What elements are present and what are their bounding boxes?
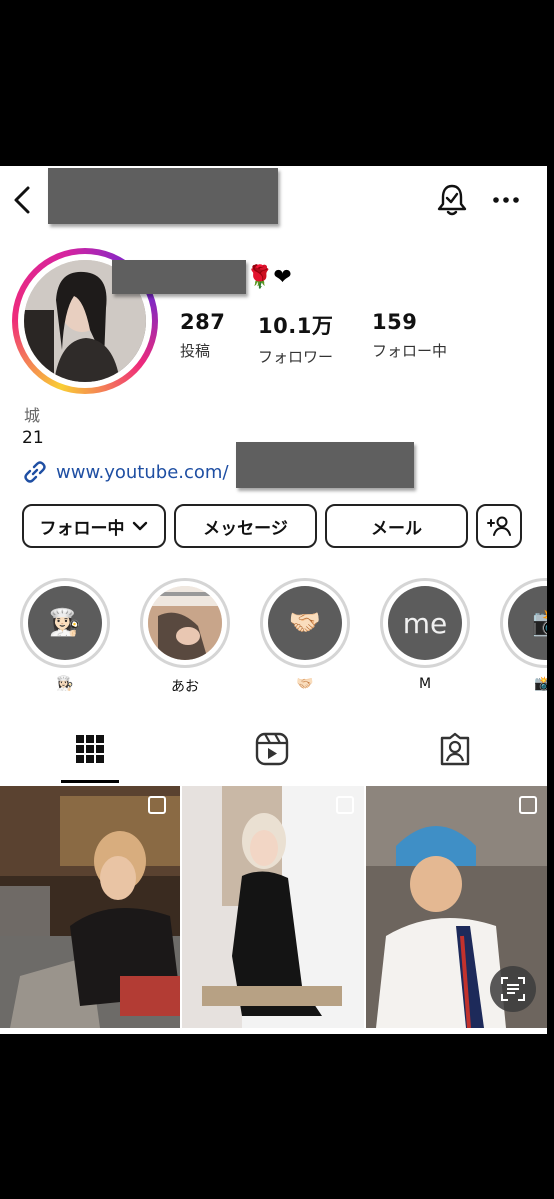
highlight-label: 📸 <box>534 676 547 692</box>
post-thumbnail[interactable] <box>182 786 364 1028</box>
bio-line: 21 <box>22 428 44 448</box>
stat-label: フォロー中 <box>372 342 448 360</box>
link-text: www.youtube.com/ <box>56 461 229 483</box>
tab-tagged[interactable] <box>395 730 515 784</box>
multi-post-icon <box>148 796 166 814</box>
stat-label: フォロワー <box>258 348 334 366</box>
mail-button-label: メール <box>371 518 422 539</box>
highlight-cover: 👩🏻‍🍳 <box>28 586 102 660</box>
stat-value: 10.1万 <box>258 314 334 338</box>
tab-reels[interactable] <box>212 730 332 784</box>
back-arrow-icon[interactable] <box>10 184 34 216</box>
multi-post-icon <box>519 796 537 814</box>
me-text: me <box>402 606 448 640</box>
posts-grid-icon <box>76 735 104 763</box>
followers-count[interactable]: 10.1万 フォロワー <box>258 310 333 367</box>
posts-count[interactable]: 287 投稿 <box>180 310 225 361</box>
highlight-cover: 🤝🏻 <box>268 586 342 660</box>
name-emoji: 🌹❤ <box>246 265 292 290</box>
highlight-label: M <box>418 676 432 692</box>
message-button-label: メッセージ <box>203 518 288 539</box>
highlight-item[interactable]: 📸 📸 <box>498 578 547 694</box>
link-redaction <box>236 442 414 488</box>
post-photo <box>0 786 180 1028</box>
display-name-redaction <box>112 260 246 294</box>
following-dropdown-button[interactable]: フォロー中 <box>22 504 166 548</box>
highlight-label: あお <box>171 679 199 695</box>
highlight-label: 🤝🏻 <box>296 676 314 692</box>
highlight-cover <box>148 586 222 660</box>
reels-icon <box>255 732 289 766</box>
message-button[interactable]: メッセージ <box>174 504 317 548</box>
stat-label: 投稿 <box>180 342 211 360</box>
post-thumbnail[interactable] <box>0 786 180 1028</box>
link-icon <box>24 461 46 483</box>
following-button-label: フォロー中 <box>39 518 125 539</box>
notification-bell-icon[interactable] <box>434 182 470 218</box>
bio-line: 城 <box>24 406 41 425</box>
stat-value: 159 <box>372 310 418 334</box>
chevron-down-icon <box>132 521 147 531</box>
multi-post-icon <box>336 796 354 814</box>
profile-link[interactable]: www.youtube.com/ <box>22 458 229 486</box>
suggest-people-button[interactable] <box>476 504 522 548</box>
visual-lookup-button[interactable] <box>490 966 536 1012</box>
highlight-cover: 📸 <box>508 586 547 660</box>
post-photo <box>182 786 364 1028</box>
more-options-icon[interactable] <box>490 188 526 212</box>
highlight-item[interactable]: 👩🏻‍🍳 👩🏻‍🍳 <box>18 578 112 694</box>
highlight-cover: me <box>388 586 462 660</box>
username-redaction <box>48 168 278 224</box>
following-count[interactable]: 159 フォロー中 <box>372 310 447 361</box>
text-scan-icon <box>501 977 525 1001</box>
add-person-icon <box>487 516 511 536</box>
highlight-label: 👩🏻‍🍳 <box>56 676 74 692</box>
profile-screen: 🌹❤ 287 投稿 10.1万 フォロワー 159 フォロー中 城 21 www… <box>0 166 547 1034</box>
handshake-emoji-icon: 🤝🏻 <box>288 608 322 638</box>
highlight-photo <box>148 586 222 660</box>
highlight-item[interactable]: あお <box>138 578 232 695</box>
stat-value: 287 <box>180 310 226 334</box>
active-tab-indicator <box>61 780 119 783</box>
chef-emoji-icon: 👩🏻‍🍳 <box>48 608 82 638</box>
tagged-icon <box>440 732 470 766</box>
tab-posts-grid[interactable] <box>30 730 150 784</box>
highlight-item[interactable]: 🤝🏻 🤝🏻 <box>258 578 352 694</box>
highlight-item[interactable]: me M <box>378 578 472 694</box>
mail-button[interactable]: メール <box>325 504 468 548</box>
camera-emoji-icon: 📸 <box>532 608 547 638</box>
